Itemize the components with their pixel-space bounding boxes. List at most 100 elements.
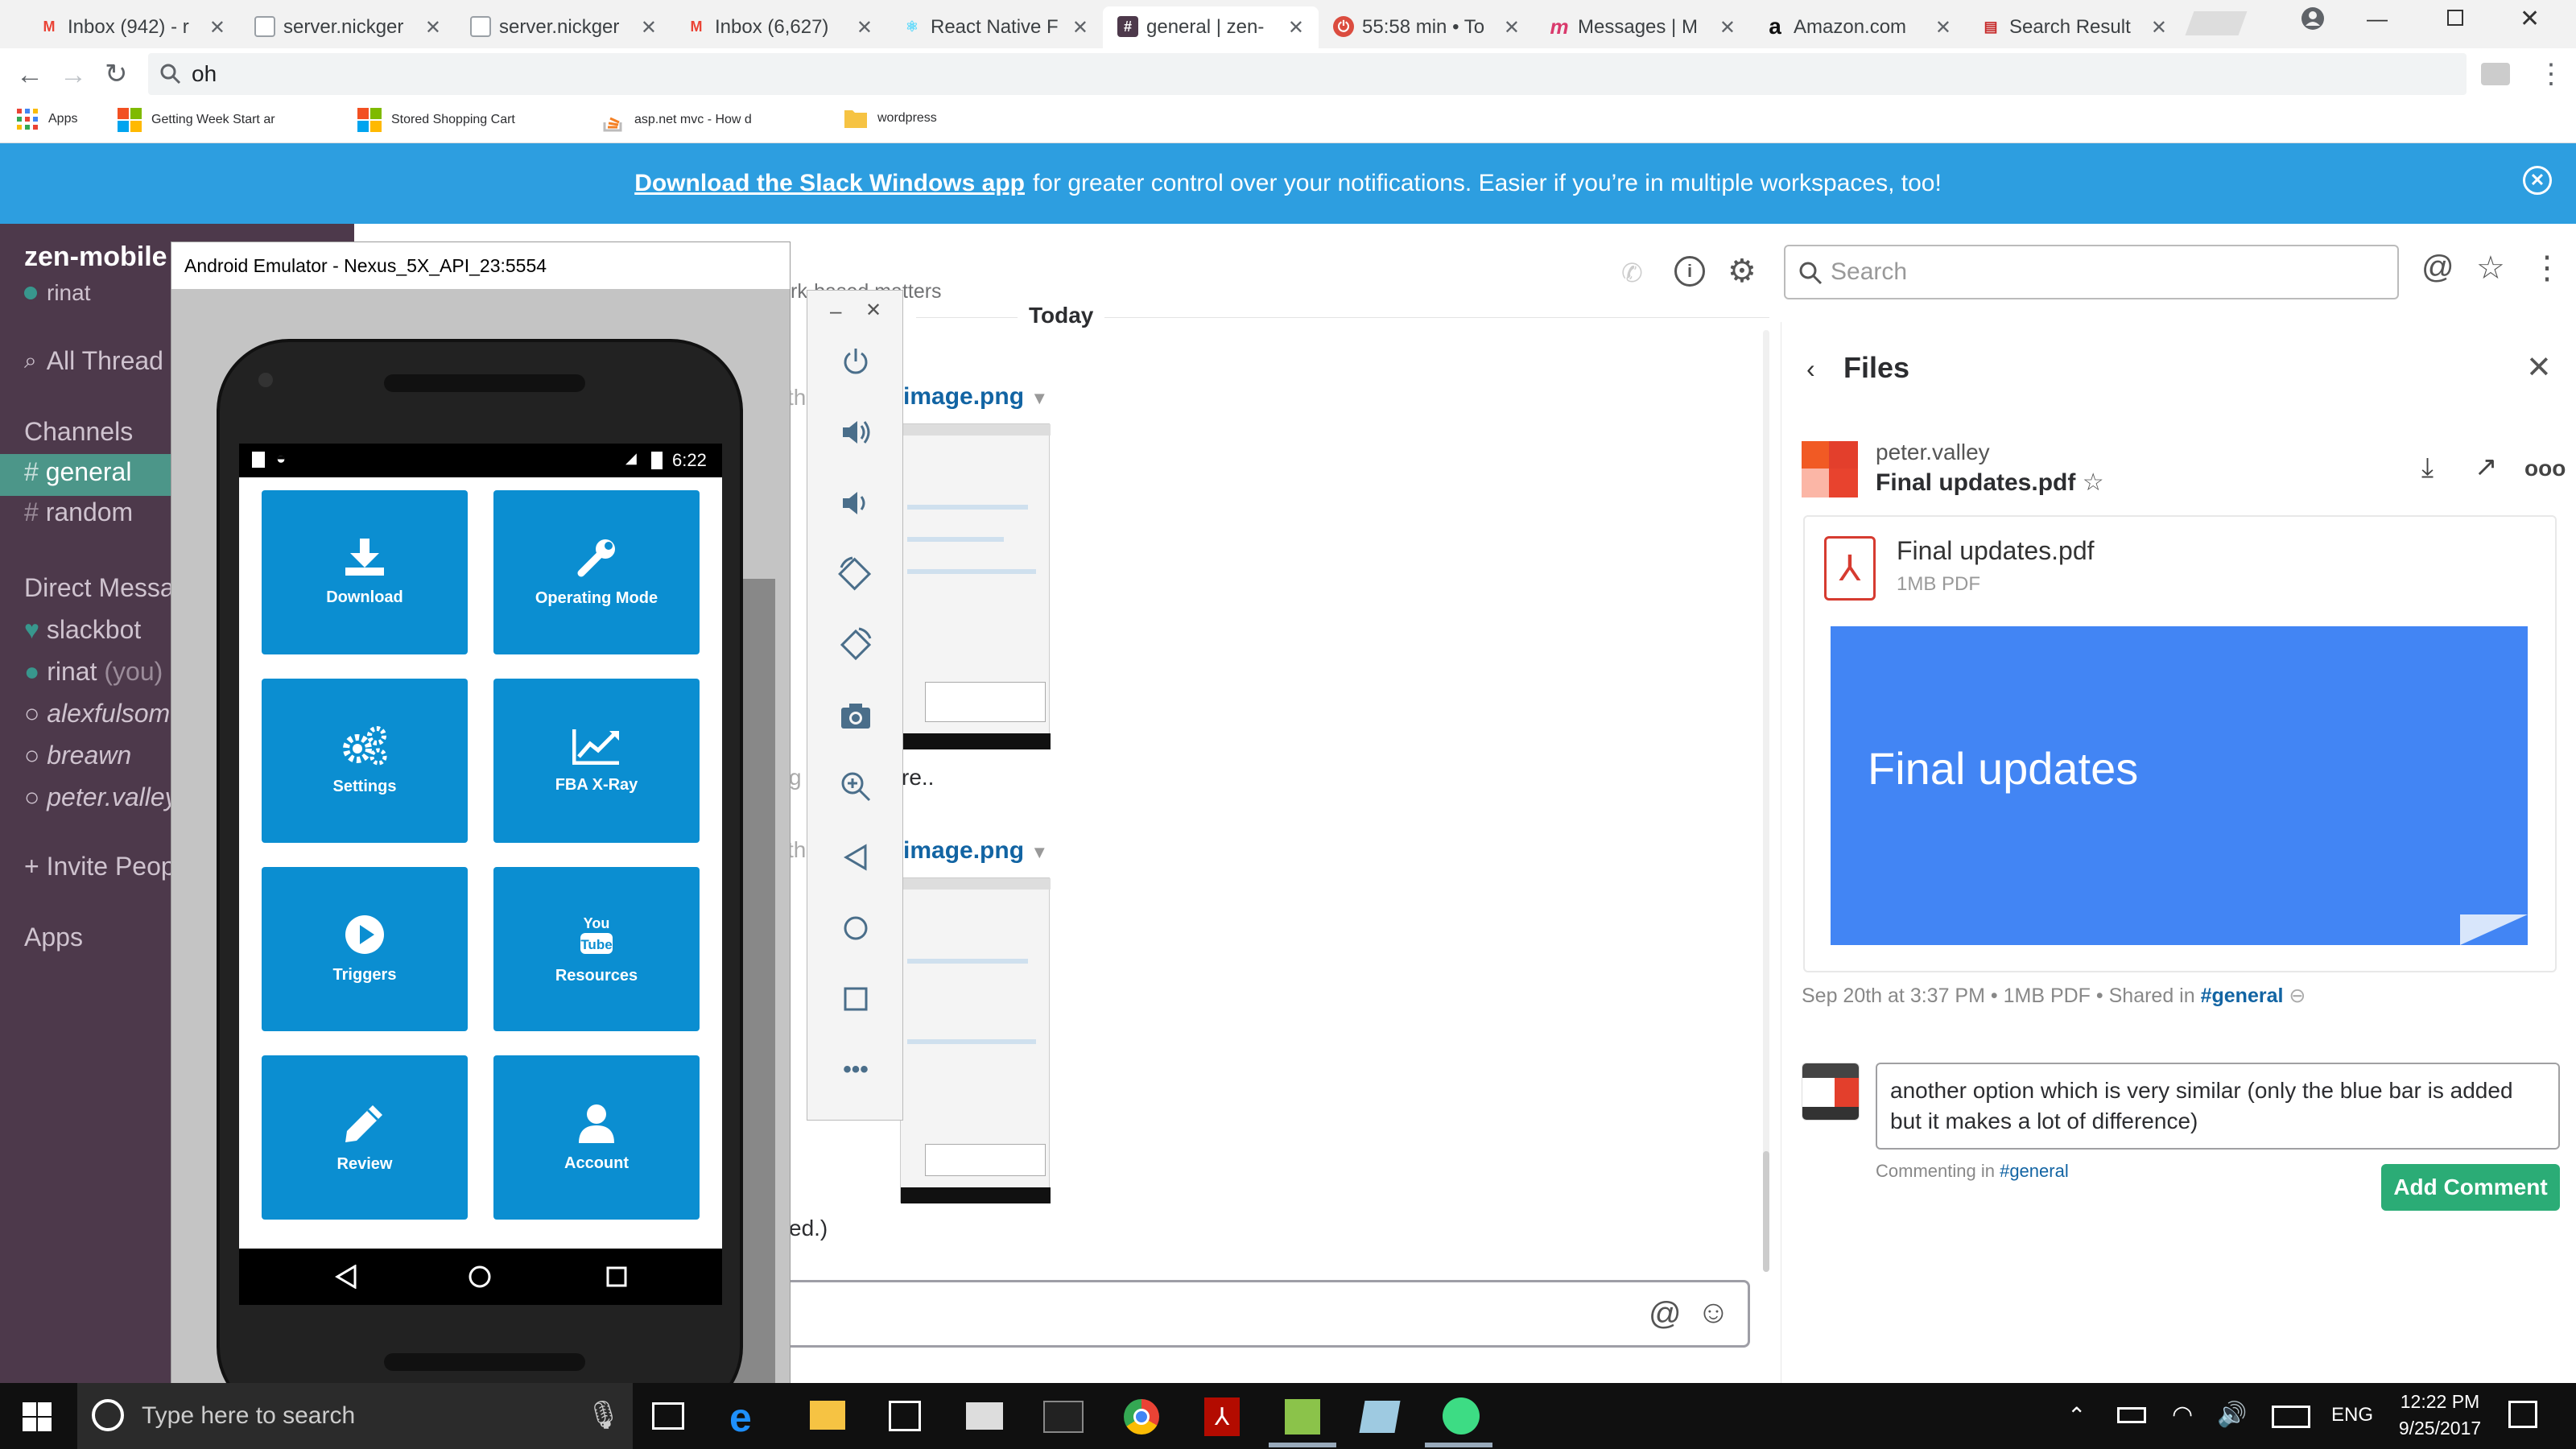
profile-icon[interactable] <box>2299 5 2326 32</box>
scrollbar-thumb[interactable] <box>1763 1151 1769 1272</box>
emulator-title[interactable]: Android Emulator - Nexus_5X_API_23:5554 <box>171 242 790 289</box>
browser-tab[interactable]: ⚛ React Native F ✕ <box>887 6 1103 48</box>
address-input[interactable]: oh <box>148 53 2467 95</box>
minimize-icon[interactable]: – <box>830 299 841 324</box>
bookmark-item[interactable]: Getting Week Start ar <box>118 108 335 132</box>
apps-link[interactable]: Apps <box>24 923 83 952</box>
app-icon[interactable] <box>1359 1401 1401 1433</box>
close-icon[interactable]: ✕ <box>1935 16 1951 39</box>
tray-chevron-icon[interactable]: ⌃ <box>2067 1402 2086 1429</box>
tile-fba-xray[interactable]: FBA X-Ray <box>493 679 700 843</box>
back-icon[interactable] <box>334 1265 358 1289</box>
file-author[interactable]: peter.valley <box>1876 440 1990 465</box>
minimize-window-button[interactable]: — <box>2367 6 2388 31</box>
rotate-right-icon[interactable] <box>830 619 881 671</box>
dm-peter-valley[interactable]: ○ peter.valley <box>24 782 178 812</box>
download-app-link[interactable]: Download the Slack Windows app <box>634 170 1025 197</box>
mentions-icon[interactable]: @ <box>2421 250 2454 286</box>
close-icon[interactable]: ✕ <box>1719 16 1736 39</box>
restore-window-button[interactable] <box>2447 10 2463 26</box>
pdf-preview[interactable]: Final updates <box>1831 626 2528 945</box>
overview-icon[interactable] <box>830 973 881 1025</box>
browser-tab[interactable]: M Inbox (942) - r ✕ <box>24 6 240 48</box>
dm-rinat[interactable]: ● rinat (you) <box>24 657 163 687</box>
gear-icon[interactable]: ⚙ <box>1728 253 1757 290</box>
cmd-icon[interactable] <box>1043 1401 1084 1433</box>
close-icon[interactable]: ✕ <box>857 16 873 39</box>
more-icon[interactable]: ••• <box>830 1044 881 1096</box>
team-name[interactable]: zen-mobile <box>24 242 167 273</box>
more-vertical-icon[interactable]: ⋮ <box>2531 250 2563 287</box>
tile-operating-mode[interactable]: Operating Mode <box>493 490 700 654</box>
direct-messages-header[interactable]: Direct Messa <box>24 573 175 603</box>
all-threads-link[interactable]: ⌕ All Thread <box>24 346 163 376</box>
download-icon[interactable]: ⤓ <box>2421 452 2434 484</box>
emoji-icon[interactable]: ☺ <box>1697 1294 1730 1331</box>
image-thumbnail[interactable] <box>900 877 1051 1203</box>
taskbar-search-box[interactable]: Type here to search 🎙 <box>77 1383 633 1449</box>
chevron-left-icon[interactable]: ‹ <box>1806 354 1815 384</box>
browser-tab-active[interactable]: # general | zen- ✕ <box>1103 6 1319 48</box>
dm-breawn[interactable]: ○ breawn <box>24 741 131 770</box>
close-icon[interactable]: ✕ <box>425 16 441 39</box>
channels-header[interactable]: Channels <box>24 417 133 447</box>
current-user[interactable]: rinat <box>24 280 90 306</box>
search-input[interactable]: Search <box>1784 245 2399 299</box>
chrome-icon[interactable] <box>1124 1399 1159 1435</box>
edge-icon[interactable]: e <box>729 1394 752 1441</box>
close-icon[interactable]: ✕ <box>865 299 881 322</box>
volume-icon[interactable]: 🔊 <box>2217 1401 2247 1429</box>
sidebar-item-random[interactable]: # random <box>24 497 133 527</box>
browser-tab[interactable]: m Messages | M ✕ <box>1534 6 1750 48</box>
shared-channel-link[interactable]: #general <box>2201 985 2284 1007</box>
close-icon[interactable]: ✕ <box>641 16 657 39</box>
browser-tab[interactable]: server.nickger ✕ <box>456 6 671 48</box>
browser-tab[interactable]: a Amazon.com ✕ <box>1750 6 1966 48</box>
tile-resources[interactable]: You Tube Resources <box>493 867 700 1031</box>
bookmark-item[interactable]: Apps <box>16 108 77 130</box>
rotate-left-icon[interactable] <box>830 548 881 600</box>
dm-slackbot[interactable]: ♥ slackbot <box>24 615 141 645</box>
home-icon[interactable] <box>468 1265 492 1289</box>
keyboard-icon[interactable] <box>2272 1406 2310 1428</box>
file-link-image-png[interactable]: image.png ▼ <box>903 837 1048 865</box>
add-comment-button[interactable]: Add Comment <box>2381 1164 2560 1211</box>
close-icon[interactable]: ✕ <box>2151 16 2167 39</box>
store-icon[interactable] <box>889 1401 921 1431</box>
close-icon[interactable]: ✕ <box>209 16 225 39</box>
app-icon[interactable] <box>1285 1399 1320 1435</box>
home-icon[interactable] <box>830 902 881 954</box>
banner-close-icon[interactable]: ✕ <box>2523 166 2552 195</box>
close-icon[interactable]: ✕ <box>1288 16 1304 39</box>
forward-arrow-icon[interactable]: → <box>60 60 87 91</box>
bookmark-item[interactable]: asp.net mvc - How d <box>602 108 815 132</box>
tile-account[interactable]: Account <box>493 1055 700 1220</box>
task-view-icon[interactable] <box>652 1402 684 1430</box>
camera-icon[interactable] <box>830 690 881 741</box>
reload-icon[interactable]: ↻ <box>105 58 128 90</box>
volume-down-icon[interactable] <box>830 477 881 529</box>
image-thumbnail[interactable] <box>900 423 1051 749</box>
android-studio-icon[interactable] <box>1443 1397 1480 1435</box>
start-button[interactable] <box>23 1402 52 1431</box>
extension-icon[interactable] <box>2481 63 2510 85</box>
new-tab-button[interactable] <box>2185 11 2248 35</box>
info-icon[interactable]: i <box>1674 256 1705 287</box>
more-horizontal-icon[interactable]: ooo <box>2524 456 2566 481</box>
close-icon[interactable]: ✕ <box>1504 16 1520 39</box>
file-explorer-icon[interactable] <box>810 1401 845 1430</box>
commenting-channel-link[interactable]: #general <box>2000 1161 2069 1181</box>
action-center-icon[interactable] <box>2508 1401 2537 1428</box>
bookmark-item[interactable]: Stored Shopping Cart <box>357 108 581 132</box>
messages-scrollbar[interactable] <box>1763 330 1769 1272</box>
browser-tab[interactable]: ⏻ 55:58 min • To ✕ <box>1319 6 1534 48</box>
microphone-icon[interactable]: 🎙 <box>586 1399 621 1431</box>
file-link-image-png[interactable]: image.png ▼ <box>903 383 1048 411</box>
zoom-icon[interactable] <box>830 761 881 812</box>
battery-icon[interactable] <box>2117 1407 2146 1423</box>
tile-triggers[interactable]: Triggers <box>262 867 468 1031</box>
browser-tab[interactable]: server.nickger ✕ <box>240 6 456 48</box>
acrobat-icon[interactable]: ⅄ <box>1204 1397 1240 1436</box>
close-window-button[interactable]: ✕ <box>2520 5 2540 33</box>
clock[interactable]: 12:22 PM 9/25/2017 <box>2396 1391 2484 1439</box>
